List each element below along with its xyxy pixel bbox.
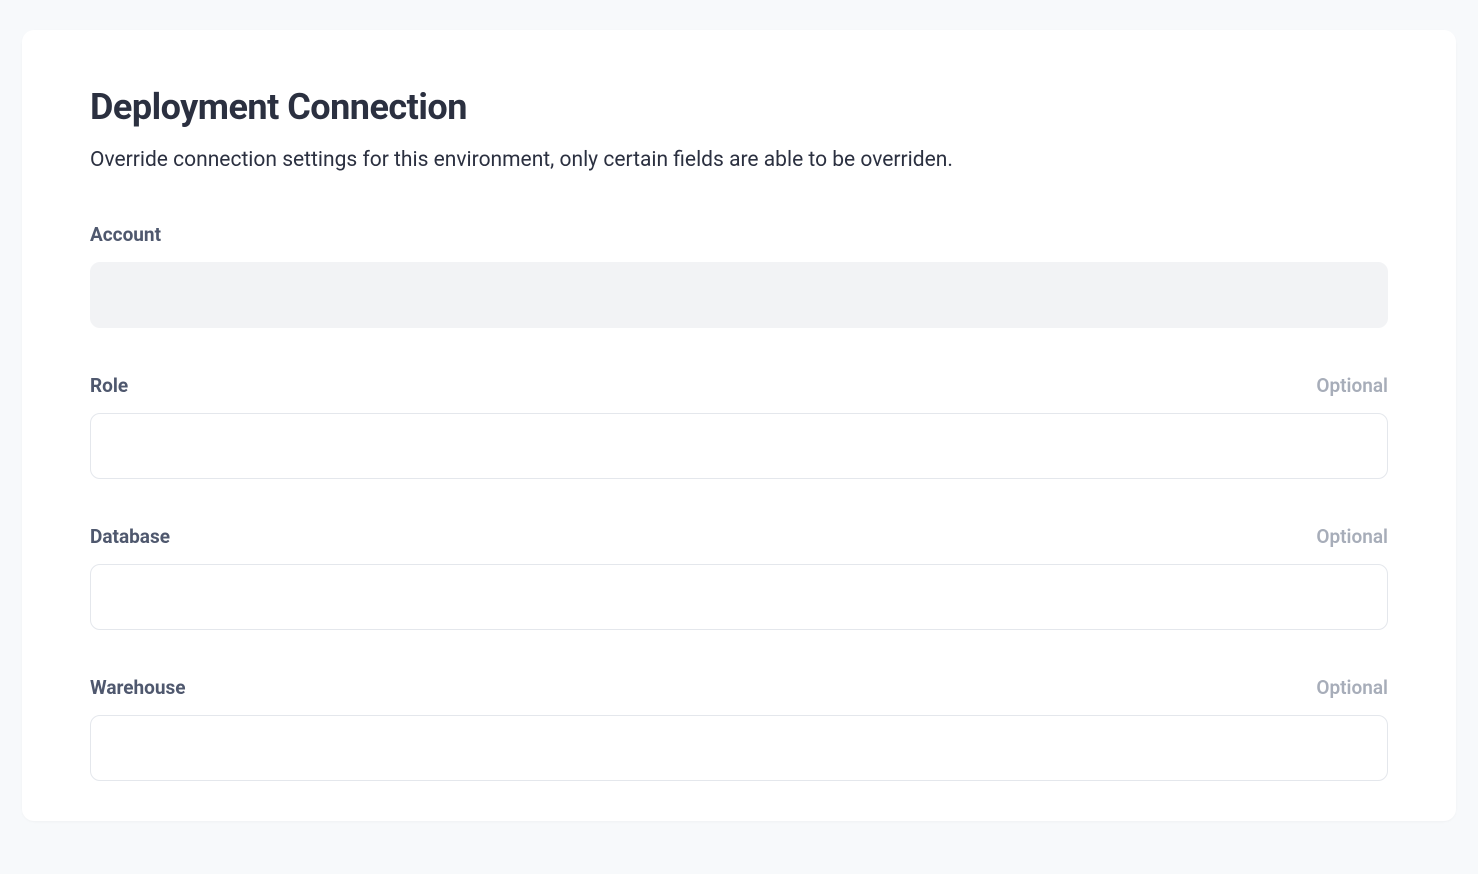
section-title: Deployment Connection [90,86,1388,128]
warehouse-label: Warehouse [90,676,186,699]
account-label: Account [90,223,161,246]
form-group-database: Database Optional [90,525,1388,630]
role-input[interactable] [90,413,1388,479]
label-row-database: Database Optional [90,525,1388,548]
warehouse-input[interactable] [90,715,1388,781]
label-row-account: Account [90,223,1388,246]
role-label: Role [90,374,128,397]
section-description: Override connection settings for this en… [90,146,1388,175]
database-input[interactable] [90,564,1388,630]
deployment-connection-card: Deployment Connection Override connectio… [22,30,1456,821]
warehouse-optional-tag: Optional [1316,676,1388,699]
role-optional-tag: Optional [1316,374,1388,397]
account-input [90,262,1388,328]
database-label: Database [90,525,170,548]
label-row-role: Role Optional [90,374,1388,397]
database-optional-tag: Optional [1316,525,1388,548]
form-group-warehouse: Warehouse Optional [90,676,1388,781]
label-row-warehouse: Warehouse Optional [90,676,1388,699]
form-group-account: Account [90,223,1388,328]
form-group-role: Role Optional [90,374,1388,479]
